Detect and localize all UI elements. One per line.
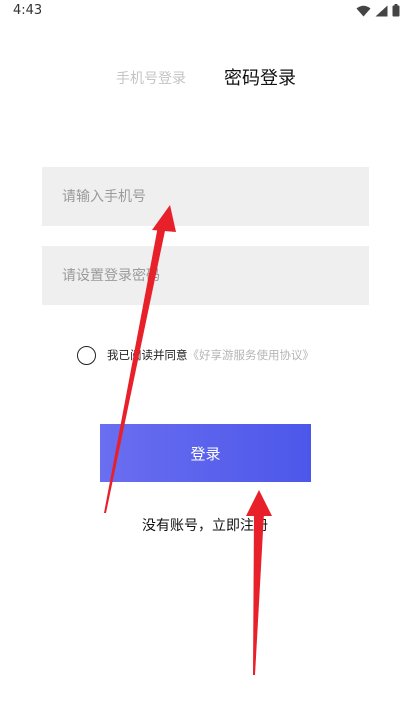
agreement-checkbox[interactable]	[77, 345, 96, 365]
status-time: 4:43	[13, 3, 43, 18]
agreement-row: 我已阅读并同意 《好享游服务使用协议》	[77, 345, 314, 365]
wifi-icon	[356, 5, 371, 16]
login-button[interactable]: 登录	[100, 424, 311, 482]
login-tabs: 手机号登录 密码登录	[0, 64, 410, 90]
agreement-link[interactable]: 《好享游服务使用协议》	[188, 347, 315, 363]
password-field	[42, 246, 369, 305]
phone-field	[42, 167, 369, 226]
tab-phone-login[interactable]: 手机号登录	[116, 68, 186, 88]
phone-input[interactable]	[42, 167, 369, 226]
battery-icon	[392, 4, 400, 17]
tab-password-login[interactable]: 密码登录	[224, 64, 296, 90]
agreement-text: 我已阅读并同意	[107, 348, 188, 362]
status-icons	[356, 4, 400, 17]
signal-icon	[375, 5, 388, 16]
register-link[interactable]: 没有账号，立即注册	[0, 515, 410, 535]
status-bar: 4:43	[0, 0, 410, 24]
password-input[interactable]	[42, 246, 369, 305]
